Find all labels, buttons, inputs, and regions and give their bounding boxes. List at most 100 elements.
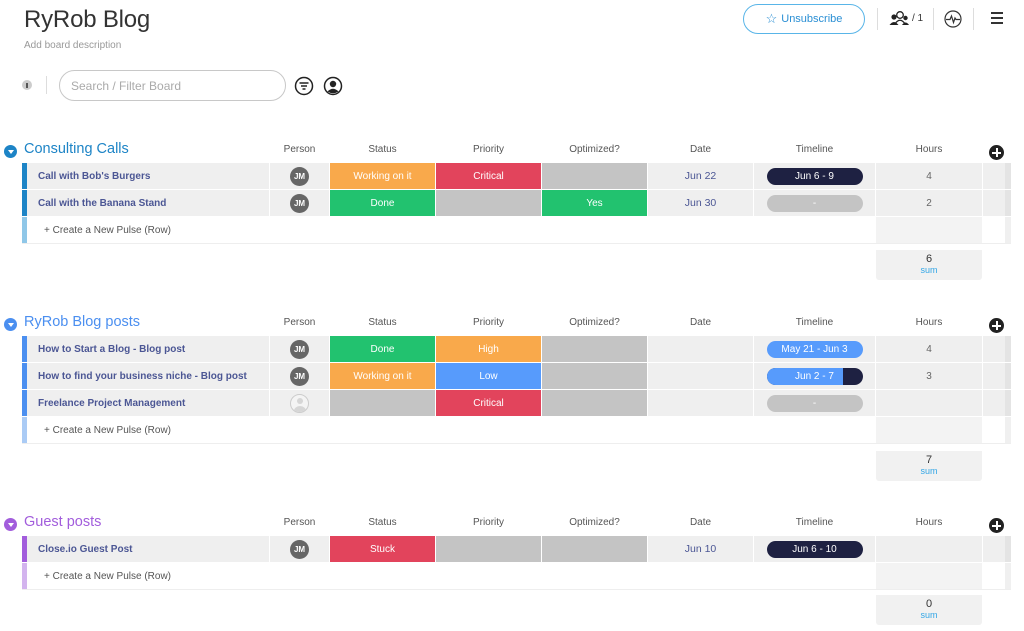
hours-cell[interactable]: 4 [876, 163, 982, 189]
priority-cell[interactable]: Low [436, 363, 541, 389]
create-pulse-row[interactable]: + Create a New Pulse (Row) [22, 217, 1011, 244]
pulse-name[interactable]: Close.io Guest Post [27, 536, 269, 562]
status-cell[interactable]: Working on it [330, 163, 435, 189]
column-header-timeline[interactable]: Timeline [754, 317, 875, 328]
filter-icon[interactable] [294, 76, 314, 96]
person-cell[interactable]: JM [270, 336, 329, 362]
table-row[interactable]: Call with Bob's Burgers JM Working on it Cr… [22, 163, 1011, 190]
hours-sum-label[interactable]: sum [876, 265, 982, 275]
pulse-name[interactable]: Call with the Banana Stand [27, 190, 269, 216]
column-header-timeline[interactable]: Timeline [754, 517, 875, 528]
pulse-name[interactable]: Call with Bob's Burgers [27, 163, 269, 189]
date-cell[interactable] [648, 363, 753, 389]
column-header-status[interactable]: Status [330, 144, 435, 155]
person-filter-icon[interactable] [323, 76, 343, 96]
create-pulse-label[interactable]: + Create a New Pulse (Row) [44, 225, 171, 236]
add-column-icon[interactable] [989, 318, 1004, 333]
column-header-hours[interactable]: Hours [876, 144, 982, 155]
column-header-priority[interactable]: Priority [436, 317, 541, 328]
create-pulse-row[interactable]: + Create a New Pulse (Row) [22, 417, 1011, 444]
column-header-timeline[interactable]: Timeline [754, 144, 875, 155]
members-button[interactable]: / 1 [889, 10, 923, 26]
group-title[interactable]: Consulting Calls [24, 141, 129, 157]
priority-cell[interactable] [436, 190, 541, 216]
column-header-priority[interactable]: Priority [436, 144, 541, 155]
timeline-cell[interactable]: May 21 - Jun 3 [754, 336, 875, 362]
unsubscribe-button[interactable]: ☆ Unsubscribe [743, 4, 865, 34]
table-row[interactable]: How to Start a Blog - Blog post JM Done Hig… [22, 336, 1011, 363]
column-header-optimized[interactable]: Optimized? [542, 517, 647, 528]
collapse-group-icon[interactable] [4, 518, 17, 531]
collapse-group-icon[interactable] [4, 318, 17, 331]
board-description[interactable]: Add board description [24, 40, 121, 51]
pulse-name[interactable]: Freelance Project Management [27, 390, 269, 416]
timeline-cell[interactable]: - [754, 390, 875, 416]
collapse-group-icon[interactable] [4, 145, 17, 158]
status-cell[interactable]: Stuck [330, 536, 435, 562]
priority-cell[interactable] [436, 536, 541, 562]
status-cell[interactable] [330, 390, 435, 416]
optimized-cell[interactable]: Yes [542, 190, 647, 216]
column-header-optimized[interactable]: Optimized? [542, 317, 647, 328]
optimized-cell[interactable] [542, 363, 647, 389]
column-header-status[interactable]: Status [330, 317, 435, 328]
pulse-name[interactable]: How to find your business niche - Blog p… [27, 363, 269, 389]
column-header-hours[interactable]: Hours [876, 317, 982, 328]
priority-cell[interactable]: Critical [436, 163, 541, 189]
status-cell[interactable]: Done [330, 190, 435, 216]
add-column-icon[interactable] [989, 518, 1004, 533]
priority-cell[interactable]: Critical [436, 390, 541, 416]
optimized-cell[interactable] [542, 390, 647, 416]
column-header-date[interactable]: Date [648, 317, 753, 328]
hours-sum-label[interactable]: sum [876, 466, 982, 476]
date-cell[interactable] [648, 336, 753, 362]
add-column-icon[interactable] [989, 145, 1004, 160]
status-cell[interactable]: Working on it [330, 363, 435, 389]
person-cell[interactable]: JM [270, 363, 329, 389]
hours-cell[interactable]: 3 [876, 363, 982, 389]
hours-cell[interactable] [876, 536, 982, 562]
date-cell[interactable]: Jun 10 [648, 536, 753, 562]
date-cell[interactable]: Jun 30 [648, 190, 753, 216]
column-header-optimized[interactable]: Optimized? [542, 144, 647, 155]
column-header-person[interactable]: Person [270, 517, 329, 528]
hours-cell[interactable] [876, 390, 982, 416]
priority-cell[interactable]: High [436, 336, 541, 362]
person-cell[interactable] [270, 390, 329, 416]
table-row[interactable]: Freelance Project Management Critical - [22, 390, 1011, 417]
column-header-priority[interactable]: Priority [436, 517, 541, 528]
timeline-cell[interactable]: Jun 2 - 7 [754, 363, 875, 389]
search-input[interactable] [59, 70, 286, 101]
timeline-cell[interactable]: - [754, 190, 875, 216]
column-header-hours[interactable]: Hours [876, 517, 982, 528]
hours-cell[interactable]: 4 [876, 336, 982, 362]
group-title[interactable]: RyRob Blog posts [24, 314, 140, 330]
board-title[interactable]: RyRob Blog [24, 6, 150, 34]
person-cell[interactable]: JM [270, 163, 329, 189]
create-pulse-label[interactable]: + Create a New Pulse (Row) [44, 571, 171, 582]
person-cell[interactable]: JM [270, 190, 329, 216]
hours-cell[interactable]: 2 [876, 190, 982, 216]
table-row[interactable]: Call with the Banana Stand JM Done Yes Jun 3… [22, 190, 1011, 217]
info-icon[interactable] [22, 80, 32, 90]
table-row[interactable]: How to find your business niche - Blog p… [22, 363, 1011, 390]
create-pulse-row[interactable]: + Create a New Pulse (Row) [22, 563, 1011, 590]
status-cell[interactable]: Done [330, 336, 435, 362]
timeline-cell[interactable]: Jun 6 - 9 [754, 163, 875, 189]
date-cell[interactable] [648, 390, 753, 416]
date-cell[interactable]: Jun 22 [648, 163, 753, 189]
column-header-date[interactable]: Date [648, 517, 753, 528]
activity-icon[interactable] [944, 10, 962, 28]
group-title[interactable]: Guest posts [24, 514, 101, 530]
optimized-cell[interactable] [542, 536, 647, 562]
optimized-cell[interactable] [542, 336, 647, 362]
person-cell[interactable]: JM [270, 536, 329, 562]
timeline-cell[interactable]: Jun 6 - 10 [754, 536, 875, 562]
column-header-person[interactable]: Person [270, 317, 329, 328]
column-header-person[interactable]: Person [270, 144, 329, 155]
column-header-status[interactable]: Status [330, 517, 435, 528]
create-pulse-label[interactable]: + Create a New Pulse (Row) [44, 425, 171, 436]
column-header-date[interactable]: Date [648, 144, 753, 155]
pulse-name[interactable]: How to Start a Blog - Blog post [27, 336, 269, 362]
optimized-cell[interactable] [542, 163, 647, 189]
